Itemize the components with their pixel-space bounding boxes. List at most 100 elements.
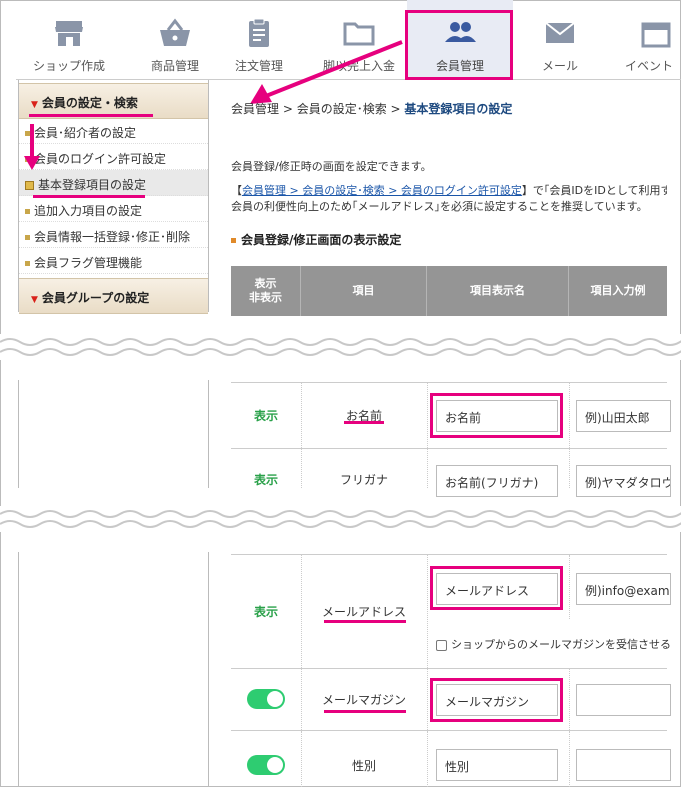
sidebar-section-title: 会員グループの設定 <box>41 291 150 305</box>
nav-label: ショップ作成 <box>32 59 105 73</box>
breadcrumb-current: 基本登録項目の設定 <box>404 102 513 116</box>
item-name: 性別 <box>351 758 376 773</box>
down-arrow-icon <box>24 124 40 170</box>
sidebar-border <box>208 380 209 488</box>
checkbox-label: ショップからのメールマガジンを受信させる <box>451 638 671 651</box>
cell-divider <box>427 383 428 448</box>
newsletter-checkbox[interactable]: ショップからのメールマガジンを受信させる <box>436 636 671 652</box>
column-header-input-example: 項目入力例 <box>590 284 646 297</box>
nav-item-mail[interactable]: メール <box>507 0 613 80</box>
cell-divider <box>569 669 570 730</box>
status-show: 表示 <box>253 472 278 487</box>
cell-divider <box>427 449 428 488</box>
sidebar-item-member-flags[interactable]: 会員フラグ管理機能 <box>19 248 208 274</box>
login-permission-link[interactable]: 会員管理 > 会員の設定･検索 > 会員のログイン許可設定 <box>242 184 522 197</box>
section-title: 会員登録/修正画面の表示設定 <box>231 231 401 248</box>
highlight-box-name <box>430 393 563 438</box>
cell-divider <box>569 449 570 488</box>
table-row: 性別 性別 <box>231 730 671 787</box>
item-name: メールマガジン <box>321 693 406 707</box>
sidebar-item-additional-fields[interactable]: 追加入力項目の設定 <box>19 196 208 222</box>
description-line: 【会員管理 > 会員の設定･検索 > 会員のログイン許可設定】で｢会員IDをID… <box>231 182 667 198</box>
sidebar-item-label: 会員･紹介者の設定 <box>34 126 137 140</box>
sidebar-section-member-groups[interactable]: ▼ 会員グループの設定 <box>19 278 208 314</box>
bracket-text: 【 <box>231 184 242 197</box>
sidebar-item-bulk-edit[interactable]: 会員情報一括登録･修正･削除 <box>19 222 208 248</box>
bullet-icon <box>25 235 30 240</box>
shop-icon <box>55 21 83 46</box>
item-name: お名前 <box>345 409 382 423</box>
nav-item-event[interactable]: イベント <box>611 0 681 80</box>
sidebar-item-login-permission[interactable]: 会員のログイン許可設定 <box>19 144 208 170</box>
sidebar-border <box>208 80 209 312</box>
display-name-input[interactable]: 性別 <box>436 749 558 781</box>
nav-label: イベント <box>625 59 674 73</box>
bullet-icon <box>25 209 30 214</box>
wave-separator <box>0 506 681 532</box>
highlight-box-email <box>430 566 563 610</box>
highlight-underline <box>324 620 406 623</box>
bullet-icon <box>25 181 34 190</box>
column-header-display-name: 項目表示名 <box>427 266 569 316</box>
item-name: フリガナ <box>339 472 388 487</box>
sidebar-border <box>18 380 19 488</box>
description-line: 会員の利便性向上のため｢メールアドレス｣を必須に設定することを推奨しています。 <box>231 200 648 213</box>
sidebar-border <box>18 552 19 787</box>
cell-divider <box>427 555 428 668</box>
mail-icon <box>545 22 575 43</box>
sidebar-item-member-referrer[interactable]: 会員･紹介者の設定 <box>19 118 208 144</box>
example-input[interactable] <box>576 749 671 781</box>
cell-divider <box>427 731 428 787</box>
highlight-underline <box>324 710 406 713</box>
wave-separator <box>0 334 681 360</box>
sidebar-item-basic-fields[interactable]: 基本登録項目の設定 <box>19 170 208 196</box>
highlight-underline <box>344 421 384 424</box>
nav-label: メール <box>541 59 578 73</box>
breadcrumb: 会員管理 > 会員の設定･検索 > 基本登録項目の設定 <box>231 100 512 117</box>
nav-item-shop[interactable]: ショップ作成 <box>16 0 122 80</box>
visibility-toggle[interactable] <box>247 689 285 709</box>
bullet-icon <box>25 261 30 266</box>
sidebar-item-label: 会員情報一括登録･修正･削除 <box>34 230 191 244</box>
sidebar-section-title: 会員の設定・検索 <box>41 96 138 110</box>
cell-divider <box>569 555 570 619</box>
triangle-down-icon: ▼ <box>31 295 38 305</box>
status-show: 表示 <box>253 409 278 423</box>
triangle-down-icon: ▼ <box>31 100 38 110</box>
breadcrumb-link-members[interactable]: 会員管理 <box>231 102 279 116</box>
item-name: メールアドレス <box>321 605 406 619</box>
example-input[interactable]: 例)ヤマダタロウ <box>576 465 671 497</box>
breadcrumb-link-settings[interactable]: 会員の設定･検索 <box>297 102 387 116</box>
cell-divider <box>569 383 570 448</box>
column-header-visibility: 表示 非表示 <box>231 266 301 316</box>
table-row: 表示 フリガナ お名前(フリガナ) 例)ヤマダタロウ <box>231 448 671 497</box>
sidebar-item-label: 追加入力項目の設定 <box>34 204 143 218</box>
highlight-underline <box>29 114 153 117</box>
column-header-item: 項目 <box>301 266 427 316</box>
sidebar-item-label: 会員のログイン許可設定 <box>34 152 167 166</box>
description-text: 】で｢会員IDをIDとして利用する｣ <box>521 184 667 197</box>
example-input[interactable] <box>576 684 671 716</box>
visibility-toggle[interactable] <box>247 755 285 775</box>
sidebar-item-label: 会員フラグ管理機能 <box>34 256 143 270</box>
table-header: 表示 非表示 項目 項目表示名 項目入力例 <box>231 266 667 316</box>
description-line: 会員登録/修正時の画面を設定できます。 <box>231 160 432 173</box>
section-title-text: 会員登録/修正画面の表示設定 <box>241 233 402 247</box>
sidebar-border <box>208 552 209 787</box>
highlight-box-members <box>405 10 513 80</box>
cell-divider <box>427 669 428 730</box>
breadcrumb-separator: > <box>279 102 297 116</box>
example-input[interactable]: 例)山田太郎 <box>576 400 671 432</box>
sidebar-item-label: 基本登録項目の設定 <box>38 178 147 192</box>
basket-icon <box>160 18 190 46</box>
highlight-underline <box>33 195 145 198</box>
bullet-icon <box>231 238 236 243</box>
status-show: 表示 <box>253 605 278 619</box>
breadcrumb-separator: > <box>386 102 405 116</box>
display-name-input[interactable]: お名前(フリガナ) <box>436 465 558 497</box>
cell-divider <box>569 731 570 787</box>
highlight-box-newsletter <box>430 678 563 722</box>
event-icon <box>641 22 671 48</box>
example-input[interactable]: 例)info@example <box>576 573 671 605</box>
checkbox-icon[interactable] <box>436 639 447 651</box>
